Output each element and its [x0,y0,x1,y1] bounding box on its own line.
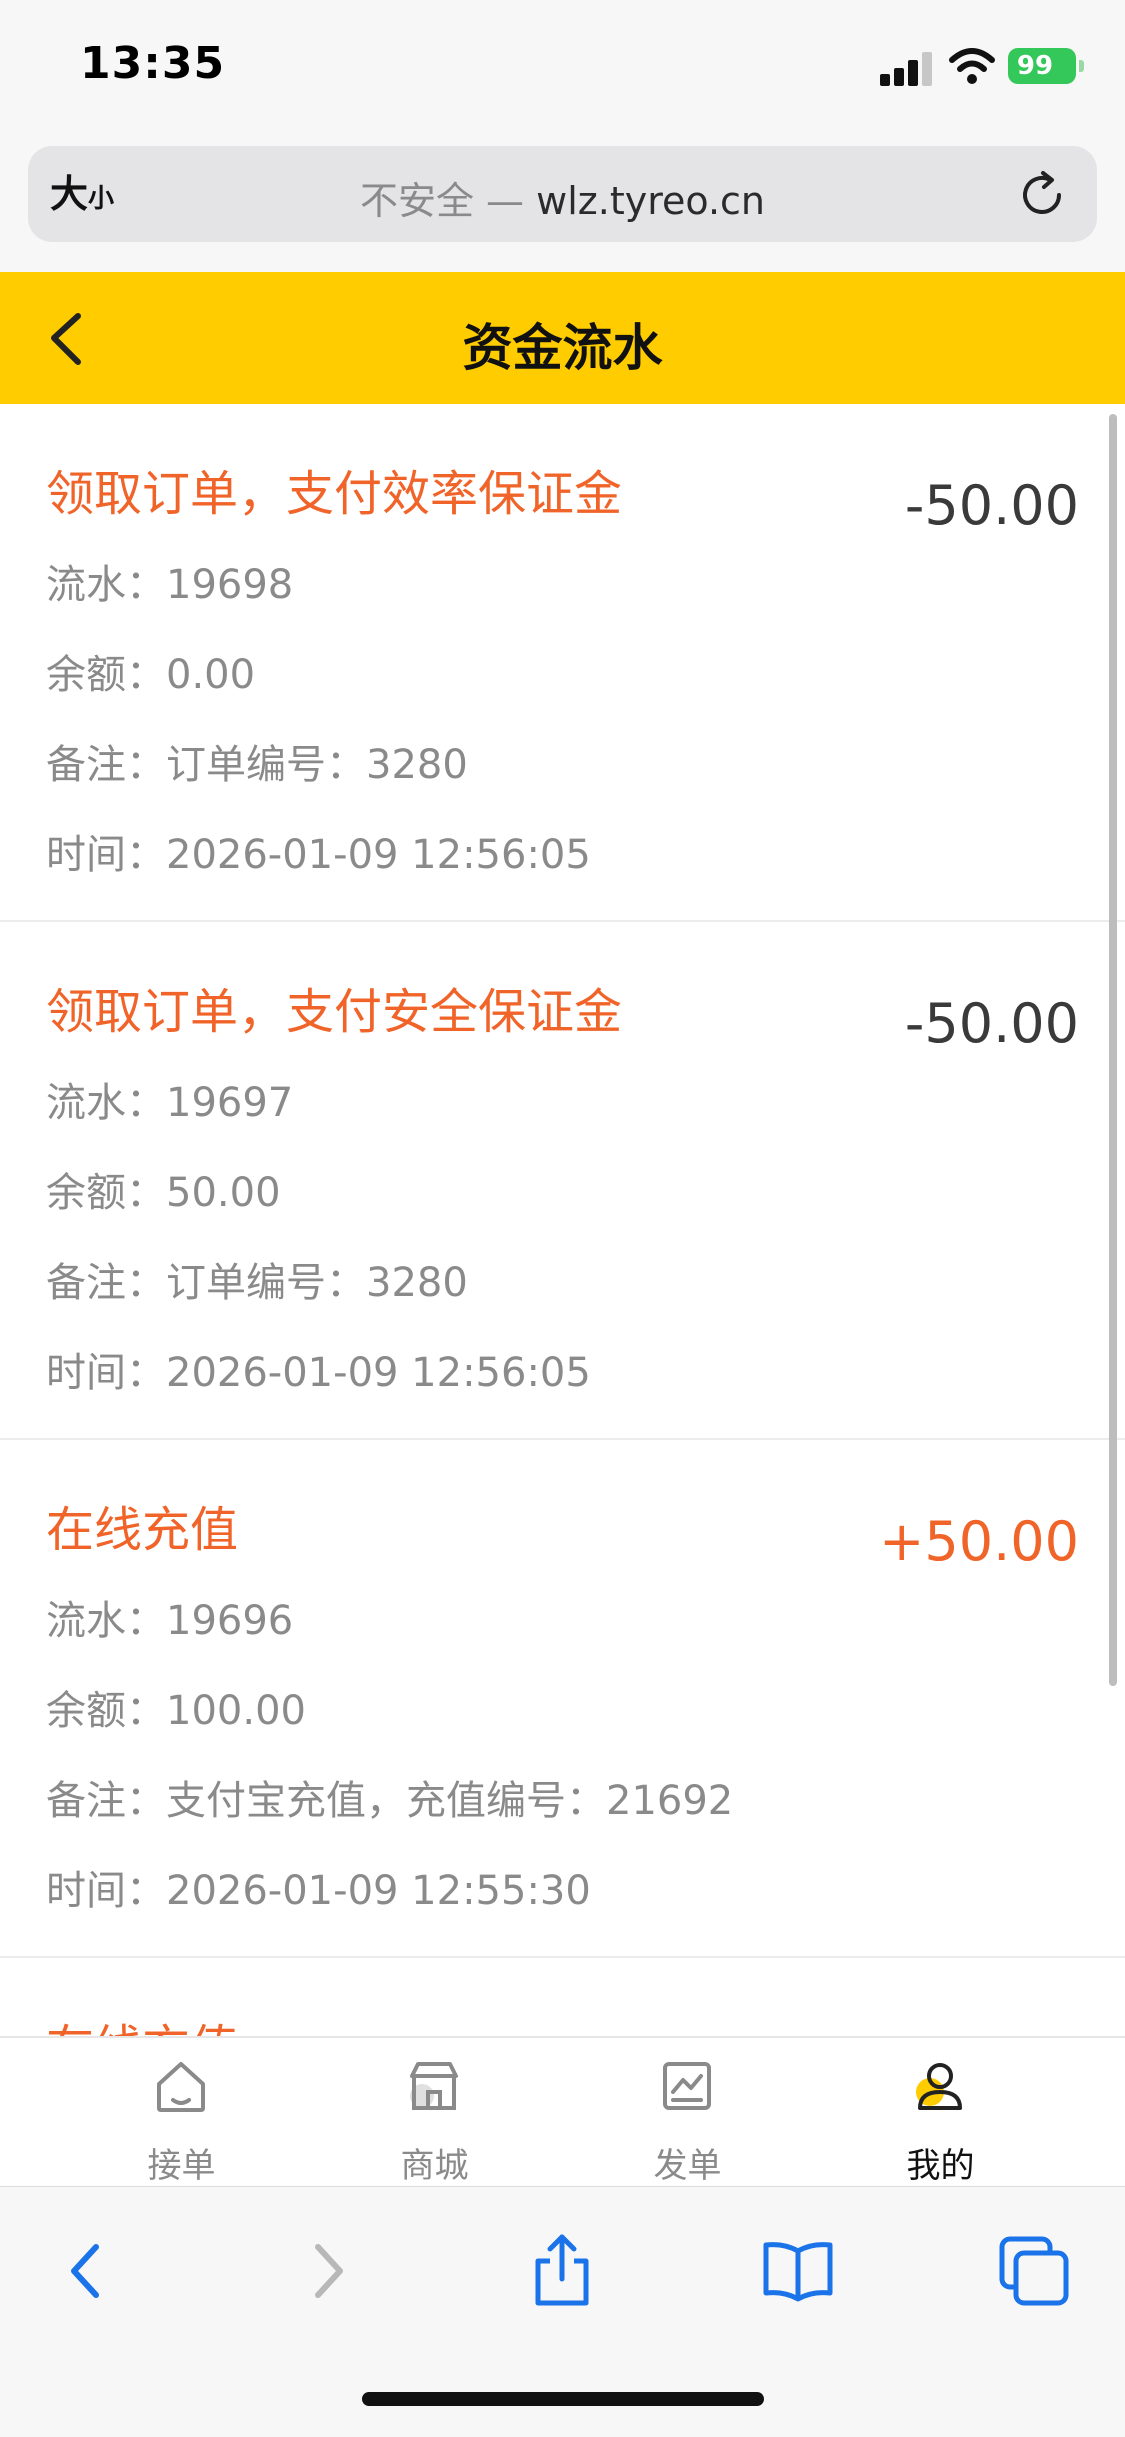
tab-label: 发单 [653,2146,722,2186]
serial-row: 流水：19698 [46,552,293,610]
bookmarks-icon[interactable] [758,2231,838,2311]
transaction-title: 领取订单，支付安全保证金 [46,984,623,1040]
balance-value: 100.00 [166,1688,306,1734]
serial-value: 19696 [166,1598,294,1644]
note-value: 订单编号：3280 [166,1260,468,1306]
time-row: 时间：2026-01-09 12:55:30 [46,1858,591,1916]
transaction-title: 在线充值 [46,1502,239,1558]
scrollbar[interactable] [1109,414,1117,1686]
serial-value: 19697 [166,1080,294,1126]
tab-post-order[interactable]: 发单 [547,2038,828,2188]
transaction-list[interactable]: 领取订单，支付效率保证金 -50.00 流水：19698 余额：0.00 备注：… [0,404,1125,2036]
note-label: 备注： [46,1778,166,1824]
bottom-tab-bar: 接单 商城 发单 我的 [0,2036,1125,2188]
home-icon [157,2062,205,2112]
time-label: 时间： [46,1868,166,1914]
transaction-amount: +50.00 [879,1510,1079,1573]
time-label: 时间： [46,1350,166,1396]
time-value: 2026-01-09 12:55:30 [166,1868,591,1914]
note-row: 备注：订单编号：3280 [46,732,468,790]
balance-value: 0.00 [166,652,256,698]
tab-take-order[interactable]: 接单 [41,2038,322,2188]
serial-row: 流水：19696 [46,1588,293,1646]
tab-label: 商城 [400,2146,469,2186]
time-value: 2026-01-09 12:56:05 [166,1350,591,1396]
url-display[interactable]: 不安全 — wlz.tyreo.cn [28,170,1097,225]
home-indicator[interactable] [362,2392,764,2406]
user-icon [916,2063,962,2110]
share-icon[interactable] [522,2231,602,2311]
time-label: 时间： [46,832,166,878]
chart-icon [663,2062,711,2110]
tab-mine[interactable]: 我的 [800,2038,1081,2188]
time-row: 时间：2026-01-09 12:56:05 [46,1340,591,1398]
transaction-item[interactable]: 在线充值 +50.00 流水：19696 余额：100.00 备注：支付宝充值，… [0,1440,1125,1958]
app-header: 资金流水 [0,272,1125,404]
battery-level: 99 [1016,51,1054,81]
battery-icon: 99 [1008,48,1084,84]
note-row: 备注：订单编号：3280 [46,1250,468,1308]
transaction-amount: -50.00 [904,992,1079,1055]
transaction-title: 在线充值 [46,2008,238,2036]
browser-forward-icon[interactable] [288,2231,368,2311]
time-row: 时间：2026-01-09 12:56:05 [46,822,591,880]
serial-value: 19698 [166,562,294,608]
tabs-icon[interactable] [994,2231,1074,2311]
balance-label: 余额： [46,1688,166,1734]
address-bar[interactable]: 大小 不安全 — wlz.tyreo.cn [28,146,1097,242]
reload-icon[interactable] [1015,168,1069,222]
note-value: 支付宝充值，充值编号：21692 [166,1778,734,1824]
tab-store[interactable]: 商城 [294,2038,575,2188]
transaction-item[interactable]: 领取订单，支付效率保证金 -50.00 流水：19698 余额：0.00 备注：… [0,404,1125,922]
url-host: wlz.tyreo.cn [536,179,766,223]
serial-label: 流水： [46,1080,166,1126]
note-label: 备注： [46,742,166,788]
balance-row: 余额：100.00 [46,1678,306,1736]
serial-label: 流水： [46,1598,166,1644]
store-icon [410,2062,458,2110]
time-value: 2026-01-09 12:56:05 [166,832,591,878]
page-title: 资金流水 [462,319,663,377]
not-secure-label: 不安全 — [359,179,525,223]
status-time: 13:35 [80,38,226,89]
balance-label: 余额： [46,1170,166,1216]
transaction-title: 领取订单，支付效率保证金 [46,466,623,522]
balance-label: 余额： [46,652,166,698]
transaction-amount: -50.00 [904,474,1079,537]
serial-label: 流水： [46,562,166,608]
transaction-item[interactable]: 在线充值 [0,1958,1125,2036]
wifi-icon [949,48,995,84]
note-label: 备注： [46,1260,166,1306]
transaction-item[interactable]: 领取订单，支付安全保证金 -50.00 流水：19697 余额：50.00 备注… [0,922,1125,1440]
tab-label: 接单 [147,2146,216,2186]
balance-value: 50.00 [166,1170,281,1216]
status-bar: 13:35 99 [0,0,1125,140]
browser-back-icon[interactable] [46,2231,126,2311]
balance-row: 余额：50.00 [46,1160,281,1218]
serial-row: 流水：19697 [46,1070,293,1128]
note-value: 订单编号：3280 [166,742,468,788]
note-row: 备注：支付宝充值，充值编号：21692 [46,1768,733,1826]
balance-row: 余额：0.00 [46,642,255,700]
tab-label: 我的 [906,2146,975,2186]
cellular-signal-icon [880,50,936,86]
